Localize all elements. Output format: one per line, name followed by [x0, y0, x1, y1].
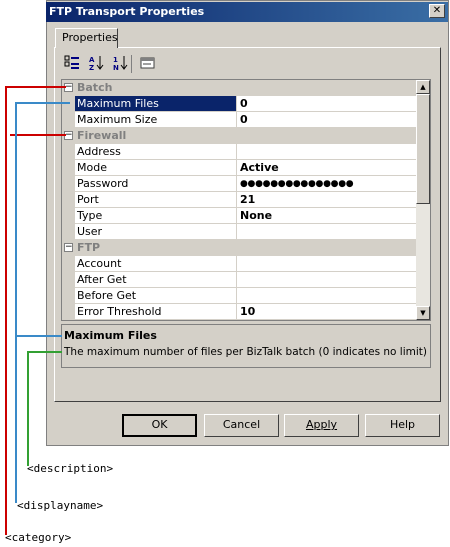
annotation-category: <category> — [5, 531, 72, 544]
description-leader-line — [27, 351, 62, 466]
annotation-description: <description> — [27, 462, 114, 475]
tab-properties[interactable]: Properties — [55, 28, 118, 48]
displayname-leader-line — [15, 102, 70, 503]
annotation-displayname: <displayname> — [17, 499, 104, 512]
